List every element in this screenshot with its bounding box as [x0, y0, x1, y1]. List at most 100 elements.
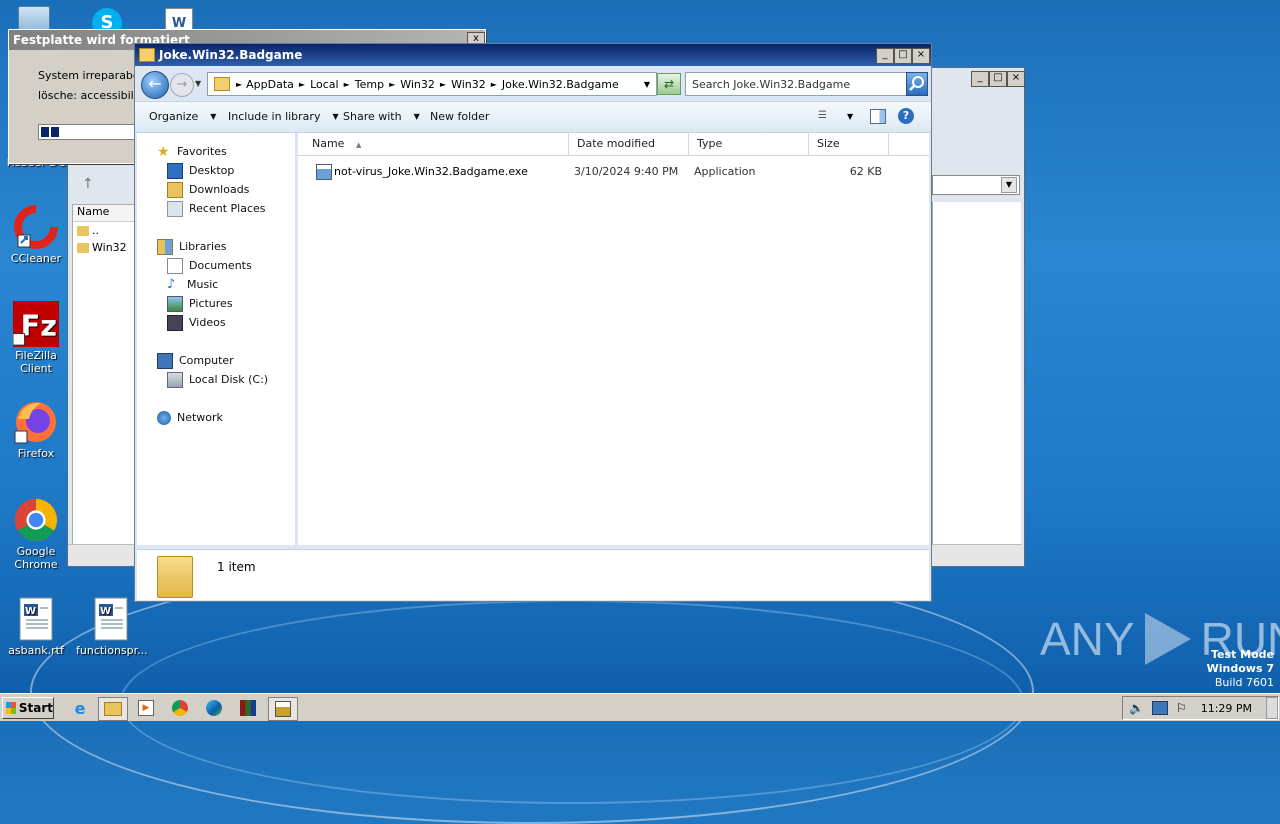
- minimize-button[interactable]: _: [971, 71, 989, 87]
- nav-libraries-label: Libraries: [179, 240, 227, 253]
- taskbar-winrar[interactable]: [234, 697, 262, 719]
- row-name: ..: [92, 224, 99, 237]
- breadcrumb-win32-2[interactable]: Win32: [451, 78, 486, 91]
- nav-pictures[interactable]: Pictures: [167, 294, 233, 313]
- flag-icon[interactable]: ⚐: [1176, 701, 1187, 715]
- nav-libraries[interactable]: Libraries: [157, 237, 227, 256]
- details-pane: 1 item: [137, 549, 929, 600]
- breadcrumb-current[interactable]: Joke.Win32.Badgame: [502, 78, 619, 91]
- navigation-pane: ★ Favorites Desktop Downloads Recent Pla…: [137, 133, 296, 545]
- nav-local-disk[interactable]: Local Disk (C:): [167, 370, 268, 389]
- nav-downloads[interactable]: Downloads: [167, 180, 249, 199]
- refresh-button[interactable]: ⇄: [657, 73, 681, 95]
- nav-videos[interactable]: Videos: [167, 313, 226, 332]
- nav-favorites[interactable]: ★ Favorites: [157, 142, 227, 161]
- forward-button[interactable]: →: [170, 73, 194, 97]
- include-in-library-button[interactable]: Include in library ▼: [228, 110, 339, 123]
- network-tray-icon[interactable]: [1151, 701, 1168, 715]
- breadcrumb-appdata[interactable]: AppData: [246, 78, 294, 91]
- explorer-titlebar[interactable]: Joke.Win32.Badgame: [135, 44, 931, 66]
- bg-column-header[interactable]: Name: [73, 205, 137, 222]
- desktop-icon-filezilla[interactable]: Fz FileZilla Client: [1, 301, 71, 375]
- search-input[interactable]: Search Joke.Win32.Badgame: [685, 72, 907, 96]
- winrar-icon: [240, 700, 256, 716]
- show-desktop-button[interactable]: [1266, 697, 1278, 719]
- breadcrumb-separator: ►: [343, 79, 350, 89]
- desktop-icon-functions[interactable]: W functionspr...: [76, 596, 148, 657]
- volume-icon[interactable]: 🔈: [1129, 701, 1144, 715]
- breadcrumb-win32[interactable]: Win32: [400, 78, 435, 91]
- taskbar-media-player[interactable]: ▶: [132, 697, 160, 719]
- clock[interactable]: 11:29 PM: [1201, 702, 1252, 715]
- breadcrumb-local[interactable]: Local: [310, 78, 339, 91]
- search-button[interactable]: [906, 72, 928, 96]
- svg-text:W: W: [100, 606, 111, 617]
- media-player-icon: ▶: [138, 700, 154, 716]
- list-item[interactable]: ..: [73, 222, 137, 239]
- close-button[interactable]: ×: [1007, 71, 1025, 87]
- history-dropdown[interactable]: ▼: [195, 79, 201, 88]
- address-dropdown-icon[interactable]: ▼: [644, 80, 650, 89]
- breadcrumb-separator: ►: [236, 79, 243, 89]
- column-type-label: Type: [697, 137, 723, 150]
- firefox-label: Firefox: [17, 447, 55, 460]
- start-label: Start: [18, 701, 53, 715]
- column-header-date[interactable]: Date modified: [569, 133, 689, 155]
- organize-button[interactable]: Organize ▼: [149, 110, 216, 123]
- view-options-icon[interactable]: ☰: [818, 110, 834, 122]
- nav-computer[interactable]: Computer: [157, 351, 234, 370]
- test-mode-line2: Windows 7: [1206, 662, 1274, 675]
- preview-pane-icon[interactable]: [870, 109, 886, 124]
- breadcrumb-separator: ►: [439, 79, 447, 89]
- taskbar-chrome[interactable]: [166, 697, 194, 719]
- close-button[interactable]: ×: [912, 48, 930, 64]
- column-header-type[interactable]: Type: [689, 133, 809, 155]
- nav-network[interactable]: Network: [157, 408, 223, 427]
- table-row[interactable]: not-virus_Joke.Win32.Badgame.exe 3/10/20…: [298, 163, 929, 181]
- application-icon: [316, 164, 332, 180]
- taskbar-ie[interactable]: e: [66, 697, 94, 719]
- network-icon: [157, 410, 171, 425]
- back-button[interactable]: ←: [141, 71, 169, 99]
- taskbar-explorer[interactable]: [98, 697, 128, 721]
- word-doc-icon: W: [13, 596, 59, 642]
- maximize-button[interactable]: □: [989, 71, 1007, 87]
- folder-icon: [139, 48, 155, 62]
- taskbar-app[interactable]: [268, 697, 298, 721]
- minimize-button[interactable]: _: [876, 48, 894, 64]
- desktop-icon-firefox[interactable]: Firefox: [1, 399, 71, 460]
- taskbar-edge[interactable]: [200, 697, 228, 719]
- new-folder-button[interactable]: New folder: [430, 110, 489, 123]
- desktop-icon-ccleaner[interactable]: CCleaner: [1, 204, 71, 265]
- internet-explorer-icon: e: [74, 698, 86, 718]
- chevron-down-icon: ▼: [210, 112, 217, 121]
- help-icon[interactable]: ?: [898, 108, 914, 124]
- bg-address-dropdown[interactable]: ▼: [932, 175, 1020, 195]
- nav-computer-label: Computer: [179, 354, 234, 367]
- asbank-label: asbank.rtf: [8, 644, 64, 657]
- test-mode-line1: Test Mode: [1211, 648, 1274, 661]
- nav-recent-places[interactable]: Recent Places: [167, 199, 266, 218]
- watermark-any: ANY: [1040, 613, 1135, 665]
- list-item[interactable]: Win32: [73, 239, 137, 256]
- back-up-button[interactable]: ↑: [82, 176, 102, 194]
- nav-documents[interactable]: Documents: [167, 256, 252, 275]
- filezilla-icon: Fz: [13, 301, 59, 347]
- nav-music[interactable]: ♪ Music: [167, 275, 218, 294]
- address-bar[interactable]: ► AppData ► Local ► Temp ► Win32 ► Win32…: [207, 72, 657, 96]
- nav-desktop[interactable]: Desktop: [167, 161, 234, 180]
- column-header-size[interactable]: Size: [809, 133, 889, 155]
- column-header-name[interactable]: Name ▲: [298, 133, 569, 155]
- desktop-icon-asbank[interactable]: W asbank.rtf: [1, 596, 71, 657]
- music-icon: ♪: [167, 276, 176, 292]
- chevron-down-icon[interactable]: ▼: [847, 112, 853, 121]
- file-list-header: Name ▲ Date modified Type Size: [298, 133, 929, 156]
- breadcrumb-separator: ►: [490, 79, 497, 89]
- breadcrumb-temp[interactable]: Temp: [355, 78, 384, 91]
- maximize-button[interactable]: □: [894, 48, 912, 64]
- desktop-icon-chrome[interactable]: Google Chrome: [1, 497, 71, 571]
- explorer-window[interactable]: Joke.Win32.Badgame _ □ × ← → ▼ ► AppData…: [134, 43, 932, 602]
- share-with-button[interactable]: Share with ▼: [343, 110, 420, 123]
- organize-label: Organize: [149, 110, 199, 123]
- start-button[interactable]: Start: [2, 697, 54, 719]
